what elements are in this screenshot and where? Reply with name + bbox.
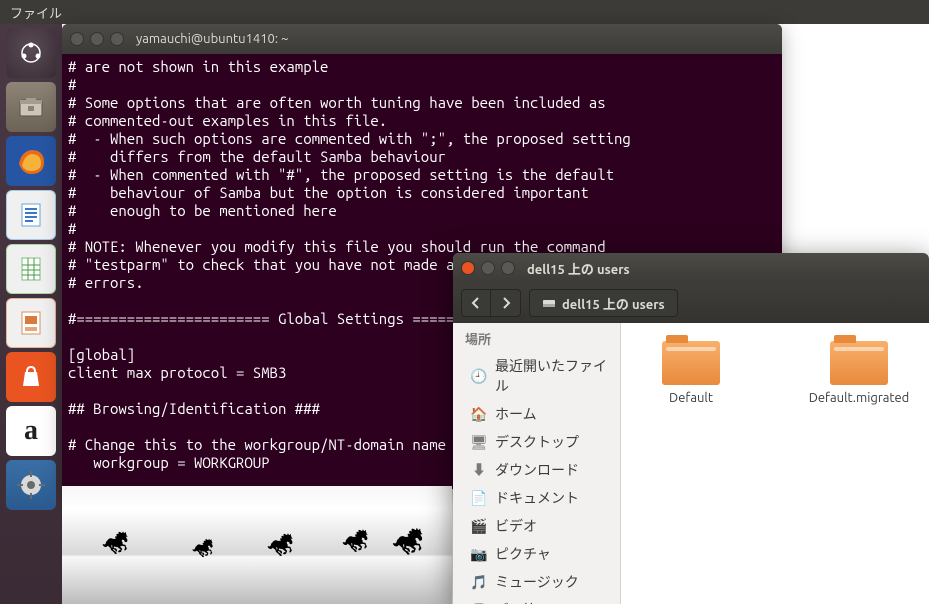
terminal-title: yamauchi@ubuntu1410: ~ bbox=[136, 32, 288, 46]
folder-item[interactable]: Default bbox=[631, 341, 751, 405]
files-title: dell15 上の users bbox=[527, 259, 630, 278]
document-icon: 📄 bbox=[471, 490, 487, 507]
pathbar: dell15 上の users bbox=[529, 289, 921, 317]
files-titlebar[interactable]: dell15 上の users bbox=[453, 253, 929, 283]
launcher-amazon[interactable]: a bbox=[6, 406, 56, 456]
files-body: 場所 🕘 最近開いたファイル 🏠 ホーム 🖥 デスクトップ ⬇ ダウンロード 📄 ドキュメ… bbox=[453, 323, 929, 604]
home-icon: 🏠 bbox=[471, 406, 487, 423]
launcher: a bbox=[0, 24, 62, 604]
folder-item[interactable]: Default.migrated bbox=[799, 341, 919, 405]
folder-icon bbox=[830, 341, 888, 385]
sidebar-item-label: ビデオ bbox=[495, 516, 537, 536]
clock-icon: 🕘 bbox=[471, 368, 487, 385]
sidebar-item-documents[interactable]: 📄 ドキュメント bbox=[453, 484, 620, 512]
network-drive-icon bbox=[542, 296, 556, 310]
launcher-settings[interactable] bbox=[6, 460, 56, 510]
sidebar-item-label: デスクトップ bbox=[495, 432, 579, 452]
sidebar-item-label: ミュージック bbox=[495, 572, 579, 592]
sidebar-item-label: ピクチャ bbox=[495, 544, 551, 564]
sidebar-item-pictures[interactable]: 📷 ピクチャ bbox=[453, 540, 620, 568]
close-icon[interactable] bbox=[70, 32, 84, 46]
sidebar-item-downloads[interactable]: ⬇ ダウンロード bbox=[453, 456, 620, 484]
files-sidebar: 場所 🕘 最近開いたファイル 🏠 ホーム 🖥 デスクトップ ⬇ ダウンロード 📄 ドキュメ… bbox=[453, 323, 621, 604]
sidebar-item-videos[interactable]: 🎬 ビデオ bbox=[453, 512, 620, 540]
files-toolbar: dell15 上の users bbox=[453, 283, 929, 323]
sidebar-item-trash[interactable]: 🗑ゴミ箱 bbox=[453, 596, 620, 604]
path-label: dell15 上の users bbox=[562, 294, 665, 313]
download-icon: ⬇ bbox=[471, 460, 487, 480]
path-segment[interactable]: dell15 上の users bbox=[529, 289, 678, 317]
folder-label: Default.migrated bbox=[809, 391, 910, 405]
nav-group bbox=[461, 289, 521, 317]
folder-icon bbox=[662, 341, 720, 385]
folder-label: Default bbox=[669, 391, 713, 405]
launcher-software[interactable] bbox=[6, 352, 56, 402]
sidebar-header-places: 場所 bbox=[453, 323, 620, 352]
maximize-icon[interactable] bbox=[110, 32, 124, 46]
launcher-files[interactable] bbox=[6, 82, 56, 132]
minimize-icon[interactable] bbox=[481, 261, 495, 275]
desktop-icon: 🖥 bbox=[471, 434, 487, 451]
menu-file[interactable]: ファイル bbox=[10, 3, 62, 22]
sidebar-item-label: ダウンロード bbox=[495, 460, 579, 480]
forward-button[interactable] bbox=[491, 289, 521, 317]
music-icon: 🎵 bbox=[471, 574, 487, 591]
sidebar-item-label: 最近開いたファイル bbox=[495, 356, 608, 396]
maximize-icon[interactable] bbox=[501, 261, 515, 275]
sidebar-item-label: ドキュメント bbox=[495, 488, 579, 508]
minimize-icon[interactable] bbox=[90, 32, 104, 46]
video-icon: 🎬 bbox=[471, 518, 487, 535]
menubar: ファイル bbox=[0, 0, 929, 24]
close-icon[interactable] bbox=[461, 261, 475, 275]
launcher-writer[interactable] bbox=[6, 190, 56, 240]
files-content[interactable]: Default Default.migrated bbox=[621, 323, 929, 604]
files-window: dell15 上の users dell15 上の users 場所 🕘 最近開い… bbox=[453, 253, 929, 604]
sidebar-item-desktop[interactable]: 🖥 デスクトップ bbox=[453, 428, 620, 456]
terminal-titlebar[interactable]: yamauchi@ubuntu1410: ~ bbox=[62, 24, 782, 54]
launcher-dash[interactable] bbox=[6, 28, 56, 78]
camera-icon: 📷 bbox=[471, 546, 487, 563]
sidebar-item-home[interactable]: 🏠 ホーム bbox=[453, 400, 620, 428]
wallpaper-horses: 🐎 🐎 🐎 🐎 🐎 bbox=[62, 486, 452, 604]
launcher-impress[interactable] bbox=[6, 298, 56, 348]
sidebar-item-music[interactable]: 🎵 ミュージック bbox=[453, 568, 620, 596]
sidebar-item-label: ホーム bbox=[495, 404, 537, 424]
sidebar-item-label: ゴミ箱 bbox=[495, 600, 537, 604]
launcher-firefox[interactable] bbox=[6, 136, 56, 186]
sidebar-item-recent[interactable]: 🕘 最近開いたファイル bbox=[453, 352, 620, 400]
back-button[interactable] bbox=[461, 289, 491, 317]
launcher-calc[interactable] bbox=[6, 244, 56, 294]
